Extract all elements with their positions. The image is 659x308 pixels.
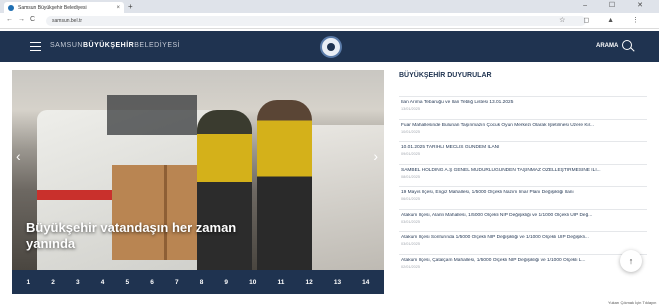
slider-next-icon[interactable]: ›: [373, 148, 378, 164]
announcement-title[interactable]: 10.01.2025 TARİHLİ MECLİS GÜNDEM İLANI: [401, 145, 647, 150]
search-label[interactable]: ARAMA: [596, 43, 618, 49]
announcement-title[interactable]: Atakum İlçesi, Alanlı Mahallesi, 1/5000 …: [401, 213, 647, 218]
announcements-list: İlan Arıma Tebaruğu ve İlan Tebliğ Liste…: [399, 96, 647, 276]
slider-page-14[interactable]: 14: [362, 279, 369, 286]
tab-title: Samsun Büyükşehir Belediyesi: [18, 4, 87, 11]
reload-icon[interactable]: C: [30, 16, 35, 23]
announcements-title: BÜYÜKŞEHİR DUYURULAR: [399, 72, 492, 79]
announcement-date: 13/01/2025: [401, 107, 421, 111]
site-header: SAMSUNBÜYÜKŞEHİRBELEDİYESİ ARAMA: [0, 31, 659, 62]
announcement-title[interactable]: Fuar Mahallesinde Bulunan Taşınmazın Çoc…: [401, 123, 647, 128]
slider-page-5[interactable]: 5: [125, 279, 129, 286]
announcement-date: 03/01/2025: [401, 242, 421, 246]
announcement-title[interactable]: SAMBEL HOLDİNG A.Ş GENEL MÜDÜRLÜĞÜNDEN T…: [401, 168, 647, 173]
list-item[interactable]: İlan Arıma Tebaruğu ve İlan Tebliğ Liste…: [399, 96, 647, 119]
announcement-date: 10/01/2025: [401, 129, 421, 134]
list-item[interactable]: Fuar Mahallesinde Bulunan Taşınmazın Çoc…: [399, 118, 647, 142]
url-input[interactable]: samsun.bel.tr: [46, 16, 586, 26]
brand-prefix: SAMSUN: [50, 42, 83, 49]
list-item[interactable]: Atakum İlçesi, Alanlı Mahallesi, 1/5000 …: [399, 208, 647, 232]
municipality-logo[interactable]: [320, 36, 342, 58]
browser-tab-bar: Samsun Büyükşehir Belediyesi × + – ☐ ✕: [0, 0, 659, 13]
slider-page-3[interactable]: 3: [76, 279, 80, 286]
slider-page-13[interactable]: 13: [334, 279, 341, 286]
slider-prev-icon[interactable]: ‹: [16, 148, 21, 164]
new-tab-button[interactable]: +: [128, 2, 133, 11]
announcement-date: 02/01/2025: [401, 264, 421, 269]
brand-bold: BÜYÜKŞEHİR: [82, 42, 135, 49]
address-bar: ← → C samsun.bel.tr ☆ ◻ ▲ ⋮: [0, 13, 659, 29]
slide-image-second-van: [312, 125, 384, 270]
slide-image-van-door: [107, 95, 197, 135]
list-item[interactable]: SAMBEL HOLDİNG A.Ş GENEL MÜDÜRLÜĞÜNDEN T…: [399, 163, 647, 187]
search-icon[interactable]: [622, 40, 632, 50]
slider-page-9[interactable]: 9: [224, 279, 228, 286]
list-item[interactable]: Atakum İlçesi Sonfurında 1/5000 Ölçekli …: [399, 231, 647, 254]
scroll-to-top-button[interactable]: ↑: [620, 250, 642, 272]
arrow-up-icon: ↑: [628, 256, 634, 266]
slider-pagination: 1 2 3 4 5 6 7 8 9 10 11 12 13 14: [12, 270, 384, 294]
announcement-title[interactable]: Atakum İlçesi, Çatalçam Mahallesi, 1/500…: [401, 258, 647, 263]
slider-page-1[interactable]: 1: [27, 279, 31, 286]
slider-page-10[interactable]: 10: [249, 279, 256, 286]
forward-icon[interactable]: →: [18, 16, 25, 23]
slider-page-4[interactable]: 4: [101, 279, 105, 286]
announcement-date: 09/01/2025: [401, 152, 421, 156]
favicon-icon: [8, 4, 14, 11]
scroll-to-top-label: Yukarı Çıkmak İçin Tıklayın: [608, 300, 657, 305]
back-icon[interactable]: ←: [6, 16, 13, 23]
slide-caption[interactable]: Büyükşehir vatandaşın her zaman yanında: [26, 220, 286, 252]
slider-page-2[interactable]: 2: [51, 279, 55, 286]
list-item[interactable]: 19 Mayıs İlçesi, Engiz Mahallesi, 1/5000…: [399, 186, 647, 209]
brand-suffix: BELEDİYESİ: [134, 42, 181, 49]
slider-page-12[interactable]: 12: [305, 279, 312, 286]
announcement-title[interactable]: 19 Mayıs İlçesi, Engiz Mahallesi, 1/5000…: [401, 190, 647, 195]
announcement-date: 06/01/2025: [401, 197, 421, 201]
slider-page-7[interactable]: 7: [175, 279, 179, 286]
browser-toolbar-icons[interactable]: ☆ ◻ ▲ ⋮: [559, 16, 647, 24]
window-controls[interactable]: – ☐ ✕: [583, 1, 653, 9]
announcement-title[interactable]: Atakum İlçesi Sonfurında 1/5000 Ölçekli …: [401, 235, 647, 240]
slider-page-6[interactable]: 6: [150, 279, 154, 286]
site-brand[interactable]: SAMSUNBÜYÜKŞEHİRBELEDİYESİ: [50, 42, 180, 49]
slider-page-11[interactable]: 11: [278, 279, 285, 286]
list-item[interactable]: 10.01.2025 TARİHLİ MECLİS GÜNDEM İLANI 09…: [399, 141, 647, 164]
hero-slider[interactable]: ‹ › Büyükşehir vatandaşın her zaman yanı…: [12, 70, 384, 270]
browser-tab[interactable]: Samsun Büyükşehir Belediyesi ×: [4, 2, 124, 13]
close-tab-icon[interactable]: ×: [116, 5, 120, 11]
announcement-date: 03/01/2025: [401, 219, 421, 224]
slider-page-8[interactable]: 8: [200, 279, 204, 286]
announcement-title[interactable]: İlan Arıma Tebaruğu ve İlan Tebliğ Liste…: [401, 100, 647, 105]
menu-icon[interactable]: [30, 42, 41, 51]
list-item[interactable]: Atakum İlçesi, Çatalçam Mahallesi, 1/500…: [399, 253, 647, 277]
announcement-date: 08/01/2025: [401, 174, 421, 179]
